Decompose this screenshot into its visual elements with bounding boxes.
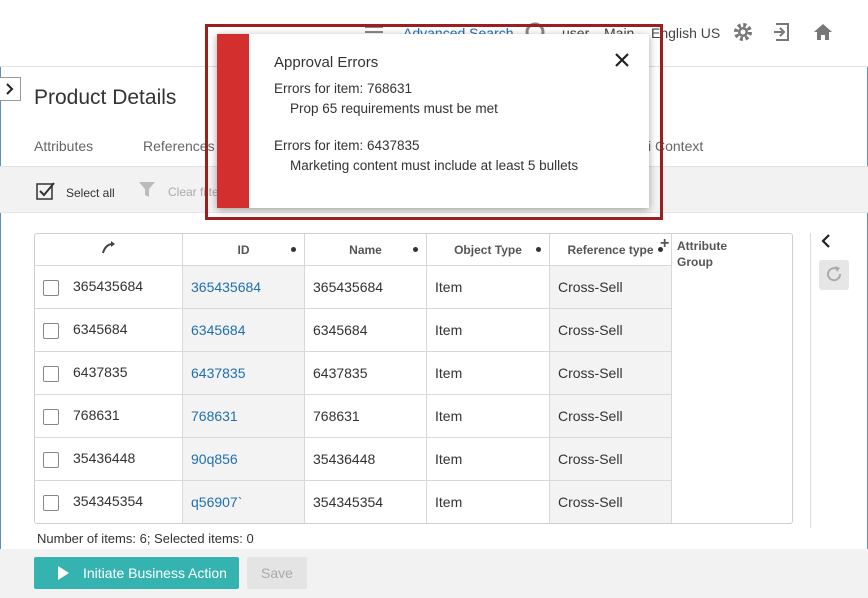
row-checkbox[interactable] (43, 451, 59, 468)
row-key-cell: 768631 (35, 394, 183, 438)
table-row[interactable]: 6345684 6345684 6345684 Item Cross-Sell (35, 308, 672, 352)
row-id-link[interactable]: 365435684 (182, 265, 305, 309)
footer-bar: Initiate Business Action Save (0, 549, 868, 598)
row-reference-type: Cross-Sell (549, 265, 672, 309)
close-icon[interactable] (612, 50, 632, 70)
plus-icon: + (660, 235, 670, 252)
error-item-heading: Errors for item: 768631 (274, 81, 413, 96)
column-header-reference-type[interactable]: Reference type (549, 234, 672, 266)
row-object-type: Item (426, 394, 550, 438)
column-header-id[interactable]: ID (182, 234, 305, 266)
row-key: 35436448 (73, 450, 136, 467)
row-reference-type: Cross-Sell (549, 308, 672, 352)
initiate-business-action-button[interactable]: Initiate Business Action (34, 557, 239, 589)
row-key-cell: 365435684 (35, 265, 183, 309)
refresh-icon (825, 265, 843, 286)
row-reference-type: Cross-Sell (549, 394, 672, 438)
references-table: ID Name Object Type Reference type 36543… (34, 233, 793, 524)
row-checkbox[interactable] (43, 279, 59, 296)
logout-icon[interactable] (771, 20, 795, 44)
approval-errors-dialog: Approval Errors Errors for item: 768631 … (217, 34, 649, 208)
table-row[interactable]: 6437835 6437835 6437835 Item Cross-Sell (35, 351, 672, 395)
row-key-cell: 35436448 (35, 437, 183, 481)
home-icon[interactable] (811, 20, 835, 44)
row-object-type: Item (426, 480, 550, 523)
row-name: 6437835 (304, 351, 427, 395)
tab-attributes[interactable]: Attributes (34, 138, 93, 154)
column-menu-dot[interactable] (536, 247, 541, 252)
dialog-title: Approval Errors (274, 54, 379, 71)
right-rail-divider (810, 233, 811, 528)
error-message: Prop 65 requirements must be met (290, 101, 498, 116)
error-accent-stripe (217, 34, 249, 208)
row-object-type: Item (426, 308, 550, 352)
row-name: 365435684 (304, 265, 427, 309)
link-icon (101, 241, 117, 258)
table-row[interactable]: 354345354 q56907` 354345354 Item Cross-Sell (35, 480, 672, 523)
sidebar-toggle-button[interactable] (0, 77, 21, 101)
row-key: 354345354 (73, 493, 144, 510)
filter-icon (138, 181, 168, 202)
row-key: 365435684 (73, 278, 144, 295)
initiate-label: Initiate Business Action (83, 565, 227, 581)
row-id-link[interactable]: 90q856 (182, 437, 305, 481)
row-checkbox[interactable] (43, 408, 59, 425)
row-name: 354345354 (304, 480, 427, 523)
save-button[interactable]: Save (247, 557, 307, 589)
checkbox-checked-icon (36, 181, 66, 204)
row-checkbox[interactable] (43, 494, 59, 511)
collapse-panel-chevron-icon[interactable] (821, 234, 831, 253)
tab-references[interactable]: References (143, 138, 215, 154)
row-reference-type: Cross-Sell (549, 351, 672, 395)
row-id-link[interactable]: 6437835 (182, 351, 305, 395)
row-key-cell: 354345354 (35, 480, 183, 523)
select-all-button[interactable]: Select all (36, 181, 115, 204)
play-icon (58, 566, 69, 580)
row-id-link[interactable]: q56907` (182, 480, 305, 523)
row-id-link[interactable]: 6345684 (182, 308, 305, 352)
row-key: 6345684 (73, 321, 128, 338)
row-key-cell: 6437835 (35, 351, 183, 395)
column-header-object-type[interactable]: Object Type (426, 234, 550, 266)
table-row[interactable]: 768631 768631 768631 Item Cross-Sell (35, 394, 672, 438)
row-name: 768631 (304, 394, 427, 438)
refresh-button[interactable] (819, 260, 849, 290)
row-key-cell: 6345684 (35, 308, 183, 352)
gear-icon[interactable] (731, 20, 755, 44)
column-header-link[interactable] (35, 234, 183, 266)
column-header-name[interactable]: Name (304, 234, 427, 266)
row-object-type: Item (426, 437, 550, 481)
error-message: Marketing content must include at least … (290, 158, 579, 173)
table-row[interactable]: 35436448 90q856 35436448 Item Cross-Sell (35, 437, 672, 481)
row-key: 6437835 (73, 364, 128, 381)
attribute-group-label: Attribute Group (677, 239, 727, 269)
row-reference-type: Cross-Sell (549, 480, 672, 523)
error-item-heading: Errors for item: 6437835 (274, 138, 420, 153)
column-menu-dot[interactable] (291, 247, 296, 252)
row-key: 768631 (73, 407, 120, 424)
column-menu-dot[interactable] (413, 247, 418, 252)
select-all-label: Select all (66, 185, 115, 200)
page-title: Product Details (34, 86, 177, 109)
row-name: 35436448 (304, 437, 427, 481)
row-object-type: Item (426, 265, 550, 309)
row-checkbox[interactable] (43, 365, 59, 382)
add-attribute-group-button[interactable]: + Attribute Group (660, 236, 747, 270)
row-id-link[interactable]: 768631 (182, 394, 305, 438)
row-name: 6345684 (304, 308, 427, 352)
table-row[interactable]: 365435684 365435684 365435684 Item Cross-Sel… (35, 265, 672, 309)
row-reference-type: Cross-Sell (549, 437, 672, 481)
row-object-type: Item (426, 351, 550, 395)
row-checkbox[interactable] (43, 322, 59, 339)
item-count-status: Number of items: 6; Selected items: 0 (37, 531, 254, 546)
